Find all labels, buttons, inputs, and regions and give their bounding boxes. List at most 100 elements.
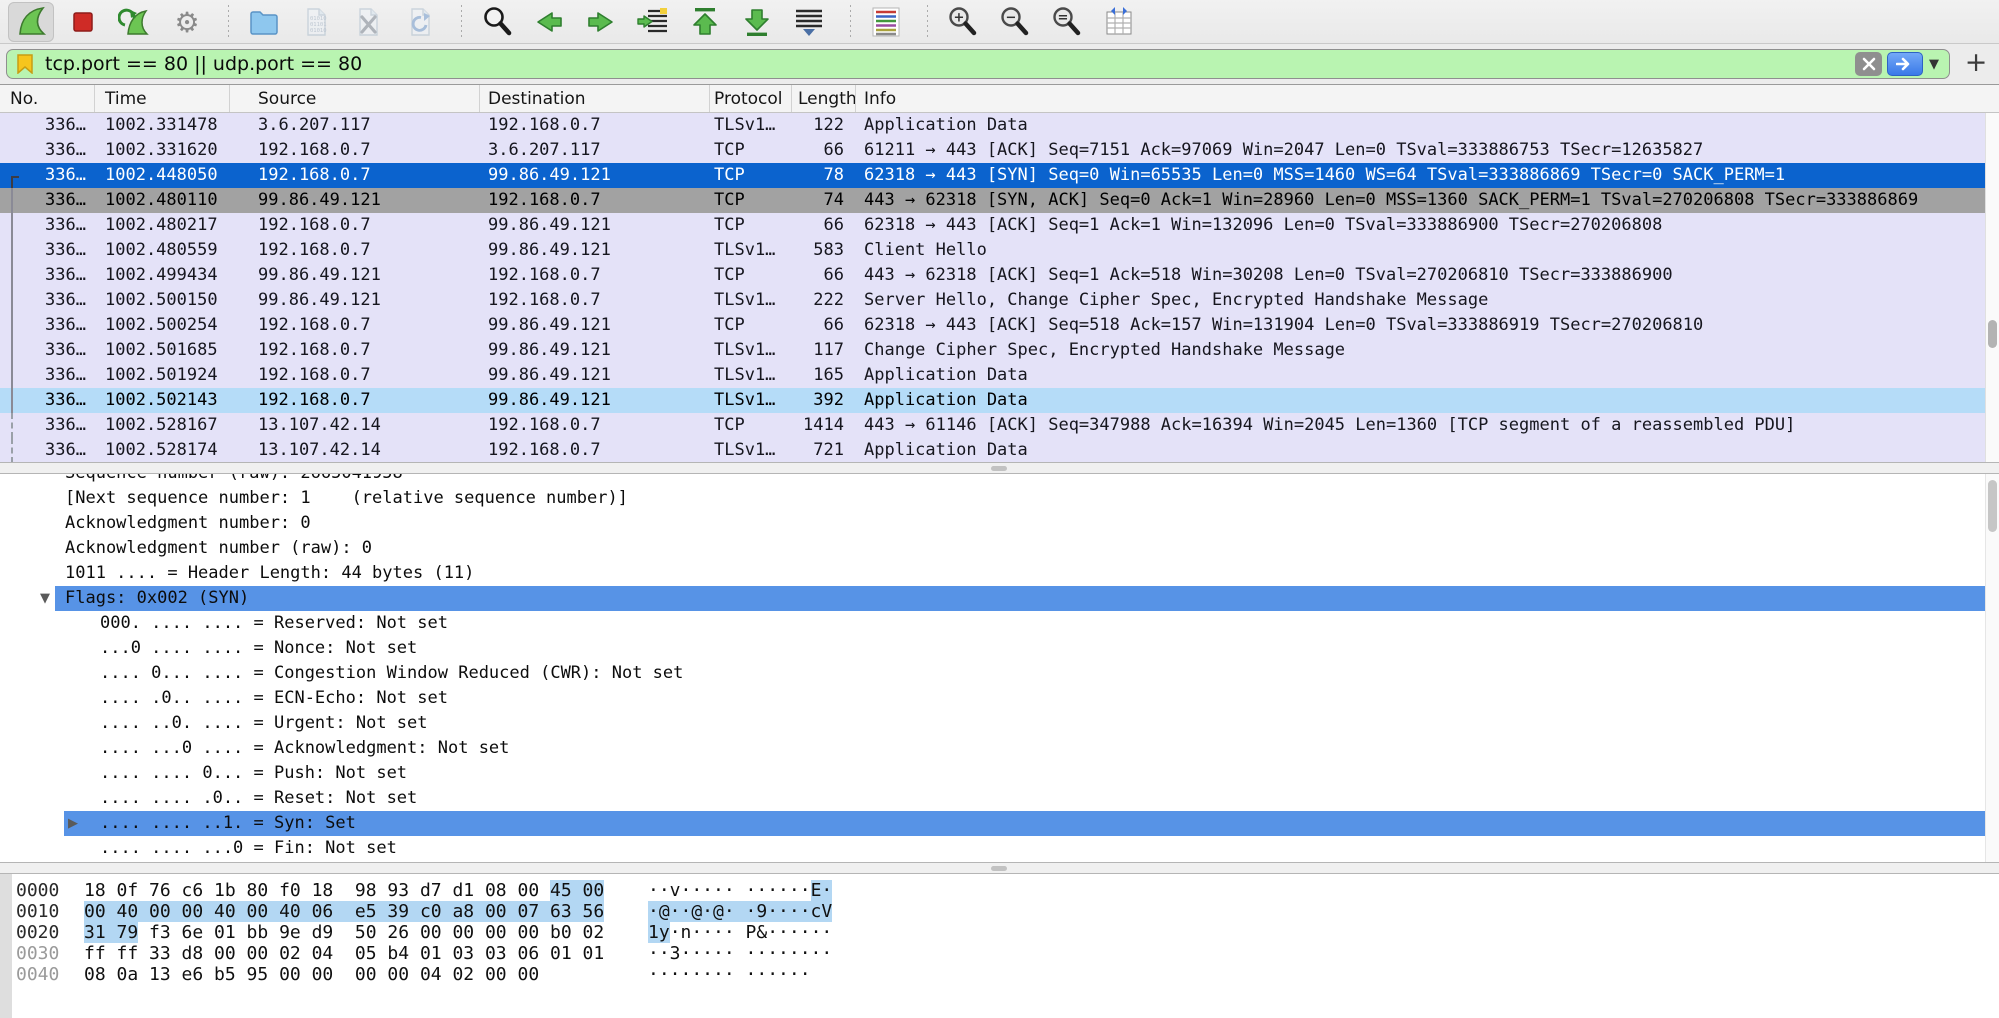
- table-row[interactable]: 336…1002.3314783.6.207.117192.168.0.7TLS…: [0, 113, 1999, 138]
- detail-line[interactable]: .... ...0 .... = Acknowledgment: Not set: [0, 736, 1999, 761]
- splitter-details-bytes[interactable]: [0, 862, 1999, 874]
- detail-line[interactable]: Acknowledgment number: 0: [0, 511, 1999, 536]
- scrollbar-thumb[interactable]: [1988, 480, 1997, 532]
- wireshark-window: ⚙010100110101010+−= tcp.port == 80 || ud…: [0, 0, 1999, 1018]
- hex-ascii[interactable]: ··3····· ········: [648, 943, 832, 964]
- table-row[interactable]: 336…1002.52817413.107.42.14192.168.0.7TL…: [0, 438, 1999, 463]
- hex-row[interactable]: 0030ff ff 33 d8 00 00 02 04 05 b4 01 03 …: [0, 943, 1999, 964]
- table-row[interactable]: 336…1002.501924192.168.0.799.86.49.121TL…: [0, 363, 1999, 388]
- add-filter-button[interactable]: +: [1961, 48, 1991, 80]
- hex-row[interactable]: 0020 31 79 f3 6e 01 bb 9e d9 50 26 00 00 …: [0, 922, 1999, 943]
- cell-length: 66: [792, 138, 856, 163]
- column-header-time[interactable]: Time: [95, 85, 230, 112]
- detail-line[interactable]: ▶.... .... ..1. = Syn: Set: [0, 811, 1999, 836]
- chevron-down-icon[interactable]: ▼: [1929, 57, 1939, 72]
- detail-line[interactable]: .... .0.. .... = ECN-Echo: Not set: [0, 686, 1999, 711]
- shark-fin-icon: [14, 5, 48, 39]
- cell-time: 1002.501685: [95, 338, 230, 363]
- cell-source: 192.168.0.7: [230, 363, 480, 388]
- detail-line[interactable]: ▼Flags: 0x002 (SYN): [0, 586, 1999, 611]
- hex-ascii[interactable]: 1y·n···· P&······: [648, 922, 832, 943]
- table-row[interactable]: 336…1002.331620192.168.0.73.6.207.117TCP…: [0, 138, 1999, 163]
- conversation-mark: [11, 238, 19, 263]
- table-row[interactable]: 336…1002.52816713.107.42.14192.168.0.7TC…: [0, 413, 1999, 438]
- colorize-button[interactable]: [863, 2, 909, 42]
- zoom-in-icon: +: [946, 5, 980, 39]
- detail-line[interactable]: .... ..0. .... = Urgent: Not set: [0, 711, 1999, 736]
- bytes: ff ff 33 d8 00 00 02 04 05 b4 01 03 03 0…: [84, 943, 604, 964]
- zoom-100-button[interactable]: =: [1044, 2, 1090, 42]
- filter-expression-text[interactable]: tcp.port == 80 || udp.port == 80: [45, 53, 1855, 75]
- column-header-destination[interactable]: Destination: [480, 85, 710, 112]
- scrollbar-thumb[interactable]: [1988, 320, 1997, 348]
- detail-line[interactable]: Acknowledgment number (raw): 0: [0, 536, 1999, 561]
- packet-list-scrollbar[interactable]: [1985, 113, 1999, 463]
- hex-bytes[interactable]: ff ff 33 d8 00 00 02 04 05 b4 01 03 03 0…: [84, 943, 604, 964]
- hex-ascii[interactable]: ········ ······: [648, 964, 811, 985]
- hex-offset: 0040: [16, 964, 59, 985]
- start-capture-button[interactable]: [8, 2, 54, 42]
- first-packet-button[interactable]: [682, 2, 728, 42]
- detail-line[interactable]: [Next sequence number: 1 (relative seque…: [0, 486, 1999, 511]
- hex-bytes[interactable]: 18 0f 76 c6 1b 80 f0 18 98 93 d7 d1 08 0…: [84, 880, 604, 901]
- detail-line[interactable]: .... 0... .... = Congestion Window Reduc…: [0, 661, 1999, 686]
- go-to-packet-button[interactable]: [630, 2, 676, 42]
- detail-line[interactable]: ...0 .... .... = Nonce: Not set: [0, 636, 1999, 661]
- apply-arrow-icon[interactable]: [1887, 52, 1923, 76]
- detail-text: Acknowledgment number (raw): 0: [65, 536, 372, 561]
- hex-offset: 0020: [16, 922, 59, 943]
- hex-row[interactable]: 0040 08 0a 13 e6 b5 95 00 00 00 00 04 02 …: [0, 964, 1999, 985]
- column-header-protocol[interactable]: Protocol: [710, 85, 792, 112]
- column-header-source[interactable]: Source: [230, 85, 480, 112]
- collapse-triangle-icon[interactable]: ▼: [40, 586, 50, 611]
- cell-info: Application Data: [856, 438, 1999, 463]
- restart-capture-button[interactable]: [112, 2, 158, 42]
- detail-line[interactable]: .... .... ...0 = Fin: Not set: [0, 836, 1999, 861]
- details-scrollbar[interactable]: [1985, 474, 1999, 862]
- table-row[interactable]: 336…1002.50015099.86.49.121192.168.0.7TL…: [0, 288, 1999, 313]
- detail-line[interactable]: 000. .... .... = Reserved: Not set: [0, 611, 1999, 636]
- detail-line[interactable]: Sequence number (raw): 2665041958: [0, 474, 1999, 486]
- splitter-handle[interactable]: [991, 866, 1007, 871]
- detail-line[interactable]: .... .... 0... = Push: Not set: [0, 761, 1999, 786]
- cell-destination: 192.168.0.7: [480, 188, 710, 213]
- table-row[interactable]: 336…1002.480217192.168.0.799.86.49.121TC…: [0, 213, 1999, 238]
- clear-x-icon[interactable]: [1855, 52, 1882, 76]
- capture-options-button[interactable]: ⚙: [164, 2, 210, 42]
- open-file-button[interactable]: [241, 2, 287, 42]
- resize-columns-button[interactable]: [1096, 2, 1142, 42]
- hex-row[interactable]: 001000 40 00 00 40 00 40 06 e5 39 c0 a8 …: [0, 901, 1999, 922]
- table-row[interactable]: 336…1002.502143192.168.0.799.86.49.121TL…: [0, 388, 1999, 413]
- hex-row[interactable]: 000018 0f 76 c6 1b 80 f0 18 98 93 d7 d1 …: [0, 880, 1999, 901]
- hex-ascii[interactable]: ··v····· ······E·: [648, 880, 832, 901]
- detail-line[interactable]: 1011 .... = Header Length: 44 bytes (11): [0, 561, 1999, 586]
- table-row[interactable]: 336…1002.448050192.168.0.799.86.49.121TC…: [0, 163, 1999, 188]
- detail-line[interactable]: .... .... .0.. = Reset: Not set: [0, 786, 1999, 811]
- hex-bytes[interactable]: 00 40 00 00 40 00 40 06 e5 39 c0 a8 00 0…: [84, 901, 604, 922]
- column-header-length[interactable]: Length: [792, 85, 856, 112]
- cell-time: 1002.499434: [95, 263, 230, 288]
- zoom-out-button[interactable]: −: [992, 2, 1038, 42]
- table-row[interactable]: 336…1002.500254192.168.0.799.86.49.121TC…: [0, 313, 1999, 338]
- previous-packet-button[interactable]: [526, 2, 572, 42]
- column-header-info[interactable]: Info: [856, 85, 1999, 112]
- auto-scroll-button[interactable]: [786, 2, 832, 42]
- next-packet-button[interactable]: [578, 2, 624, 42]
- zoom-in-button[interactable]: +: [940, 2, 986, 42]
- column-header-no[interactable]: No.: [0, 85, 95, 112]
- table-row[interactable]: 336…1002.48011099.86.49.121192.168.0.7TC…: [0, 188, 1999, 213]
- table-row[interactable]: 336…1002.49943499.86.49.121192.168.0.7TC…: [0, 263, 1999, 288]
- last-packet-button[interactable]: [734, 2, 780, 42]
- stop-capture-button[interactable]: [60, 2, 106, 42]
- table-row[interactable]: 336…1002.480559192.168.0.799.86.49.121TL…: [0, 238, 1999, 263]
- splitter-handle[interactable]: [991, 466, 1007, 471]
- expand-triangle-icon[interactable]: ▶: [68, 811, 78, 836]
- bookmark-icon[interactable]: [17, 54, 33, 74]
- display-filter-input[interactable]: tcp.port == 80 || udp.port == 80 ▼: [6, 49, 1950, 79]
- hex-bytes[interactable]: 08 0a 13 e6 b5 95 00 00 00 00 04 02 00 0…: [84, 964, 539, 985]
- find-packet-button[interactable]: [474, 2, 520, 42]
- hex-ascii[interactable]: ·@··@·@· ·9····cV: [648, 901, 832, 922]
- table-row[interactable]: 336…1002.501685192.168.0.799.86.49.121TL…: [0, 338, 1999, 363]
- splitter-list-details[interactable]: [0, 462, 1999, 474]
- hex-bytes[interactable]: 31 79 f3 6e 01 bb 9e d9 50 26 00 00 00 0…: [84, 922, 604, 943]
